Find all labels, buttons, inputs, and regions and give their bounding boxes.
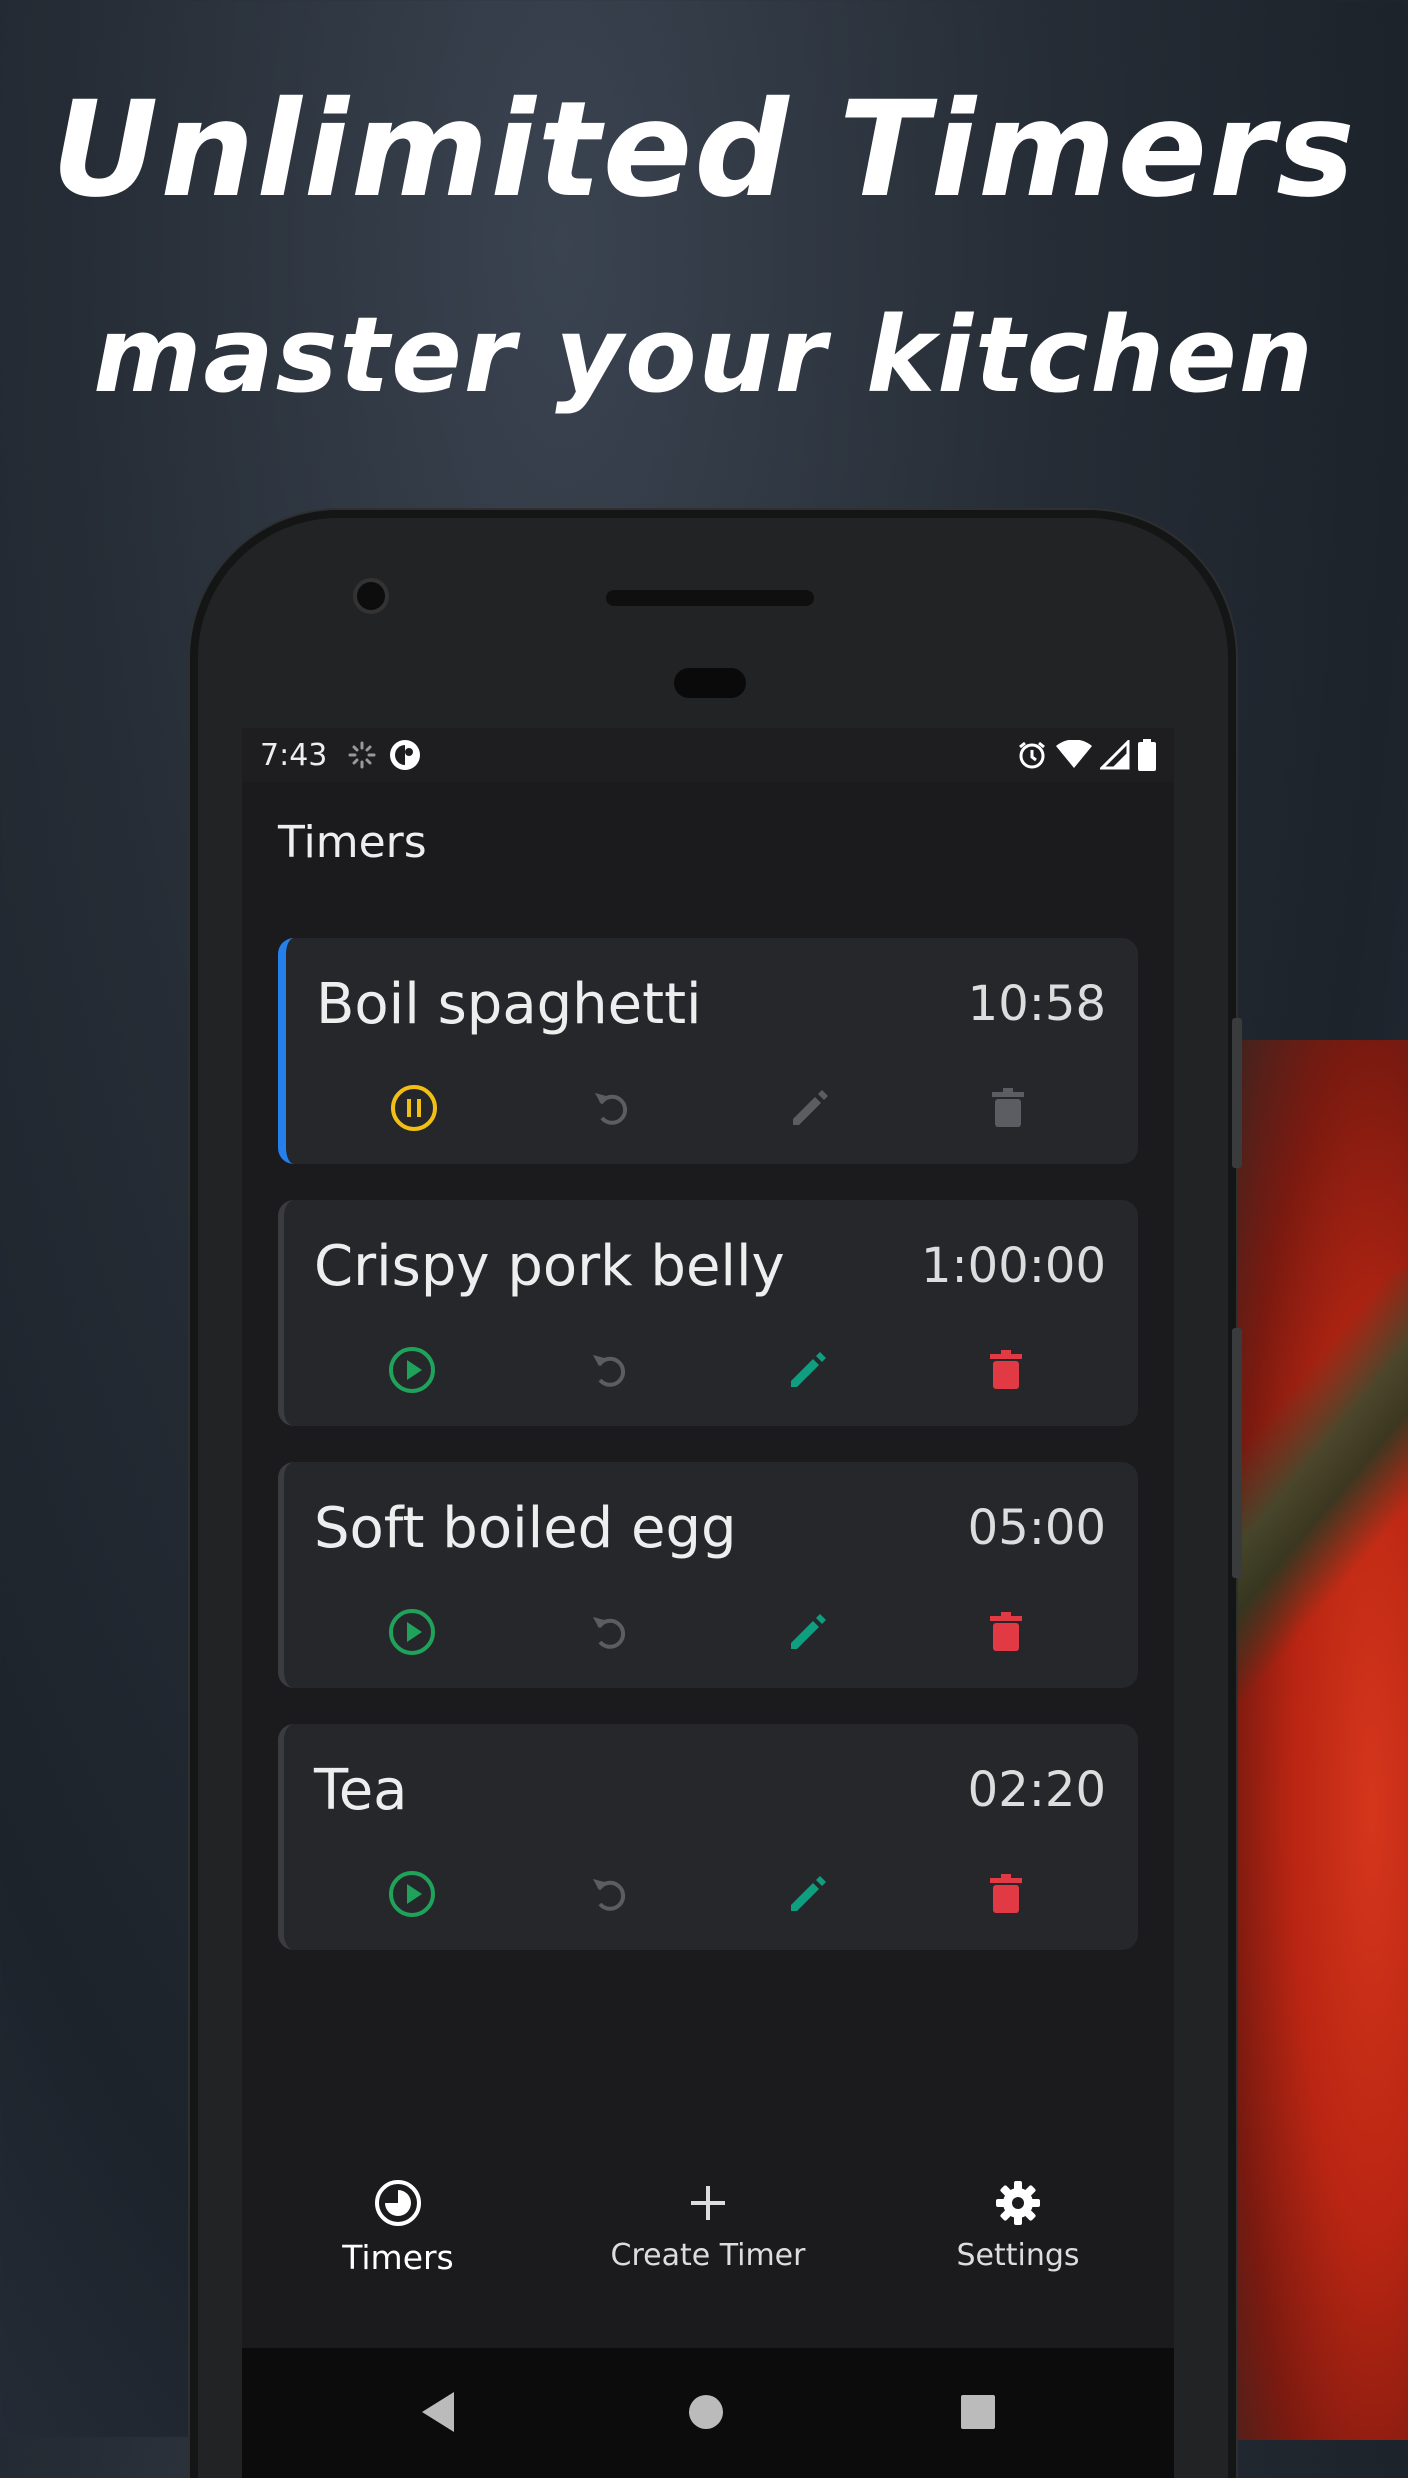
plus-icon	[691, 2186, 725, 2220]
front-camera	[353, 578, 389, 614]
timer-actions	[284, 1340, 1138, 1400]
timer-time: 10:58	[967, 976, 1106, 1032]
nav-tab-settings[interactable]: Settings	[908, 2178, 1128, 2273]
status-bar: 7:43	[242, 728, 1174, 782]
earpiece-speaker	[606, 590, 814, 606]
wifi-icon	[1056, 740, 1092, 768]
nav-tab-create-label: Create Timer	[610, 2238, 806, 2273]
nav-tab-timers-label: Timers	[342, 2238, 454, 2277]
phone-frame: 7:43 Timers Boil spaghetti 10:58 Crispy …	[198, 518, 1242, 2478]
loading-icon	[348, 741, 376, 769]
timer-name: Soft boiled egg	[314, 1496, 737, 1561]
play-icon	[389, 1609, 435, 1655]
delete-button[interactable]	[978, 1078, 1038, 1138]
headline-subtitle: master your kitchen	[93, 294, 1315, 416]
edit-button[interactable]	[778, 1602, 838, 1662]
reset-button[interactable]	[580, 1864, 640, 1924]
alarm-icon	[1019, 741, 1045, 769]
reset-icon	[593, 1617, 626, 1649]
home-icon[interactable]	[686, 2392, 726, 2432]
reset-button[interactable]	[580, 1602, 640, 1662]
nav-tab-timers[interactable]: Timers	[288, 2178, 508, 2277]
trash-icon	[990, 1874, 1022, 1913]
app-notification-icon	[390, 740, 421, 770]
timer-actions	[284, 1864, 1138, 1924]
edit-icon	[791, 1614, 826, 1649]
timer-name: Crispy pork belly	[314, 1234, 785, 1299]
timer-actions	[284, 1602, 1138, 1662]
power-button	[1232, 1018, 1242, 1168]
reset-button[interactable]	[580, 1340, 640, 1400]
nav-tab-create-timer[interactable]: Create Timer	[598, 2178, 818, 2273]
delete-button[interactable]	[976, 1864, 1036, 1924]
battery-icon	[1138, 739, 1156, 771]
back-icon[interactable]	[418, 2390, 458, 2434]
bottom-navigation: Timers Create Timer Settings	[242, 2138, 1174, 2348]
timer-card[interactable]: Crispy pork belly 1:00:00	[278, 1200, 1138, 1426]
page-title: Timers	[278, 816, 427, 868]
edit-button[interactable]	[778, 1340, 838, 1400]
timer-time: 1:00:00	[920, 1238, 1106, 1294]
edit-button[interactable]	[780, 1078, 840, 1138]
headline-title: Unlimited Timers	[51, 73, 1357, 227]
cell-signal-icon	[1100, 740, 1130, 770]
play-icon	[389, 1871, 435, 1917]
timer-clock-icon	[375, 2180, 421, 2226]
timer-card[interactable]: Boil spaghetti 10:58	[278, 938, 1138, 1164]
pause-button[interactable]	[384, 1078, 444, 1138]
play-button[interactable]	[382, 1602, 442, 1662]
timer-name: Tea	[314, 1758, 408, 1823]
play-button[interactable]	[382, 1340, 442, 1400]
background-tomato	[1228, 1040, 1408, 2440]
play-button[interactable]	[382, 1864, 442, 1924]
play-icon	[389, 1347, 435, 1393]
proximity-sensor	[674, 668, 746, 698]
phone-screen: 7:43 Timers Boil spaghetti 10:58 Crispy …	[242, 728, 1174, 2478]
timer-card[interactable]: Tea 02:20	[278, 1724, 1138, 1950]
edit-icon	[793, 1090, 828, 1125]
reset-icon	[593, 1879, 626, 1911]
timer-list: Boil spaghetti 10:58 Crispy pork belly 1…	[242, 902, 1174, 1950]
background-tomato-stem	[1228, 1270, 1408, 1700]
system-navigation-bar	[242, 2348, 1174, 2478]
trash-icon	[992, 1088, 1024, 1127]
app-bar: Timers	[242, 782, 1174, 902]
reset-button[interactable]	[582, 1078, 642, 1138]
nav-tab-settings-label: Settings	[956, 2238, 1080, 2273]
timer-name: Boil spaghetti	[316, 972, 702, 1037]
recents-icon[interactable]	[960, 2394, 996, 2430]
edit-button[interactable]	[778, 1864, 838, 1924]
trash-icon	[990, 1350, 1022, 1389]
volume-button	[1232, 1328, 1242, 1578]
timer-time: 05:00	[967, 1500, 1106, 1556]
delete-button[interactable]	[976, 1602, 1036, 1662]
trash-icon	[990, 1612, 1022, 1651]
edit-icon	[791, 1876, 826, 1911]
gear-icon	[996, 2181, 1040, 2225]
reset-icon	[593, 1355, 626, 1387]
edit-icon	[791, 1352, 826, 1387]
timer-time: 02:20	[967, 1762, 1106, 1818]
timer-actions	[286, 1078, 1138, 1138]
reset-icon	[595, 1093, 628, 1125]
delete-button[interactable]	[976, 1340, 1036, 1400]
pause-icon	[391, 1085, 437, 1131]
status-time: 7:43	[260, 737, 328, 773]
timer-card[interactable]: Soft boiled egg 05:00	[278, 1462, 1138, 1688]
